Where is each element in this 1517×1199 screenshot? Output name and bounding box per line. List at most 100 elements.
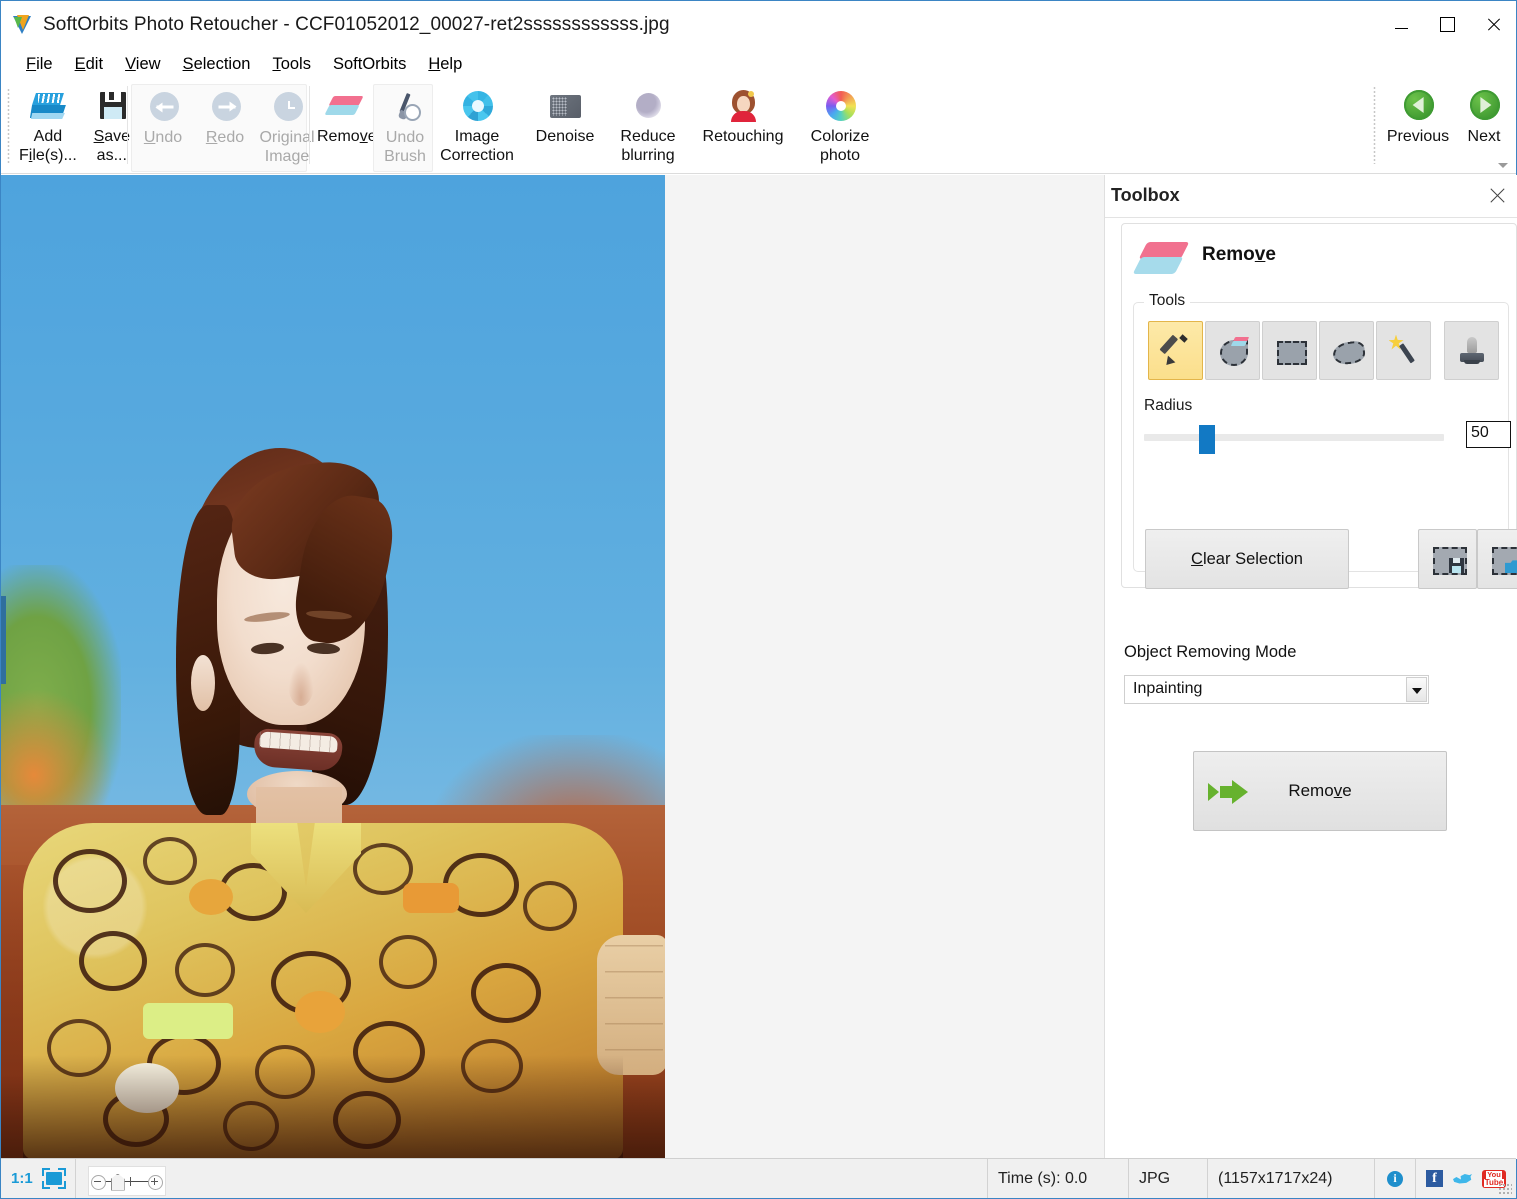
redo-label: Redo	[206, 129, 244, 146]
menu-view[interactable]: View	[114, 52, 171, 77]
toolbar-group-navigation: Previous Next	[1381, 84, 1513, 170]
zoom-out-icon[interactable]	[91, 1175, 106, 1190]
object-removing-mode-label: Object Removing Mode	[1124, 643, 1296, 662]
undo-brush-button[interactable]: UndoBrush	[374, 85, 436, 166]
radius-slider[interactable]	[1144, 425, 1444, 449]
window-title: SoftOrbits Photo Retoucher - CCF01052012…	[43, 14, 670, 36]
save-as-label-1: Save	[94, 128, 130, 145]
eraser-tool-button[interactable]	[1205, 321, 1260, 380]
toolbar-drag-handle[interactable]	[7, 88, 10, 164]
load-selection-button[interactable]	[1477, 529, 1517, 589]
tools-row	[1148, 321, 1431, 380]
clock-revert-icon	[267, 87, 307, 127]
window-controls	[1378, 1, 1516, 48]
remove-action-button[interactable]: Remove	[1193, 751, 1447, 831]
color-wheel-icon	[820, 86, 860, 126]
open-folder-icon	[28, 86, 68, 126]
chevron-down-icon[interactable]	[1406, 677, 1427, 702]
minimize-button[interactable]	[1378, 1, 1424, 48]
undo-brush-icon	[385, 87, 425, 127]
menu-selection[interactable]: Selection	[172, 52, 262, 77]
menu-help[interactable]: Help	[417, 52, 473, 77]
floppy-disk-icon	[92, 86, 132, 126]
image-work-area[interactable]	[1, 175, 1104, 1159]
undo-button[interactable]: Undo	[132, 85, 194, 147]
lasso-select-tool-button[interactable]	[1319, 321, 1374, 380]
next-button[interactable]: Next	[1455, 84, 1513, 146]
info-button[interactable]: i	[1375, 1159, 1416, 1198]
status-bar: 1:1 Time (s): 0.0 JPG (1157x1717x24) i f	[1, 1158, 1516, 1198]
toolbar-overflow-icon[interactable]	[1496, 159, 1510, 171]
title-bar: SoftOrbits Photo Retoucher - CCF01052012…	[1, 1, 1516, 48]
magic-wand-tool-button[interactable]	[1376, 321, 1431, 380]
menu-view-label: iew	[136, 55, 161, 73]
application-window: SoftOrbits Photo Retoucher - CCF01052012…	[0, 0, 1517, 1199]
zoom-ratio-label[interactable]: 1:1	[1, 1159, 41, 1198]
photo-canvas[interactable]	[1, 175, 665, 1159]
maximize-icon	[1440, 17, 1455, 32]
resize-grip[interactable]	[1498, 1183, 1512, 1195]
denoise-button[interactable]: Denoise	[523, 84, 607, 146]
undo-label: Undo	[144, 129, 182, 146]
pencil-icon	[1160, 335, 1192, 367]
rectangle-select-tool-button[interactable]	[1262, 321, 1317, 380]
zoom-slider-track	[103, 1181, 151, 1182]
toolbox-title: Toolbox	[1111, 185, 1180, 206]
menu-bar: File Edit View Selection Tools SoftOrbit…	[1, 48, 1516, 80]
remove-tool-button[interactable]: Remove	[313, 84, 381, 146]
zoom-slider-thumb[interactable]	[111, 1174, 125, 1191]
toolbox-close-icon[interactable]	[1489, 186, 1507, 204]
tools-group: Tools	[1133, 302, 1509, 572]
fit-to-window-icon	[43, 1170, 65, 1187]
image-correction-label-1: Image	[455, 128, 499, 145]
reduce-blurring-button[interactable]: Reduce blurring	[607, 84, 689, 165]
menu-file[interactable]: File	[15, 52, 64, 77]
previous-button[interactable]: Previous	[1381, 84, 1455, 146]
zoom-slider[interactable]	[88, 1166, 166, 1196]
menu-edit[interactable]: Edit	[64, 52, 114, 77]
clear-selection-button[interactable]: Clear Selection	[1145, 529, 1349, 589]
twitter-icon[interactable]	[1453, 1171, 1472, 1187]
close-button[interactable]	[1470, 1, 1516, 48]
toolbox-header: Toolbox	[1105, 175, 1517, 218]
facebook-icon[interactable]: f	[1426, 1170, 1443, 1187]
pencil-tool-button[interactable]	[1148, 321, 1203, 380]
radius-slider-thumb[interactable]	[1199, 425, 1215, 454]
maximize-button[interactable]	[1424, 1, 1470, 48]
denoise-label: Denoise	[536, 128, 595, 145]
undo-brush-label-1: Undo	[386, 129, 424, 146]
colorize-photo-button[interactable]: Colorizephoto	[797, 84, 883, 165]
time-status: Time (s): 0.0	[988, 1159, 1129, 1198]
menu-selection-label: election	[194, 55, 251, 73]
tools-group-legend: Tools	[1144, 292, 1190, 310]
radius-input[interactable]: 50	[1466, 421, 1511, 448]
add-files-label-1: Add	[34, 128, 62, 145]
zoom-in-icon[interactable]	[148, 1175, 163, 1190]
original-image-label-1: Original	[259, 129, 314, 146]
minimize-icon	[1395, 28, 1408, 29]
main-toolbar: AddFile(s)... Saveas... Undo Redo Origin…	[1, 80, 1516, 174]
portrait-retouch-icon	[723, 86, 763, 126]
stamp-tool-button[interactable]	[1444, 321, 1499, 380]
fit-to-window-button[interactable]	[41, 1159, 76, 1198]
menu-tools-label: ools	[281, 55, 311, 73]
image-correction-button[interactable]: Image Correction	[431, 84, 523, 165]
save-selection-icon	[1433, 547, 1463, 571]
redo-button[interactable]: Redo	[194, 85, 256, 147]
object-removing-mode-select[interactable]: Inpainting	[1124, 675, 1429, 704]
toolbar-drag-handle-2[interactable]	[1373, 86, 1376, 164]
add-files-button[interactable]: AddFile(s)...	[15, 84, 81, 165]
reduce-blurring-label-2: blurring	[621, 147, 674, 164]
image-correction-label-2: Correction	[440, 147, 514, 164]
remove-panel: Remove Tools	[1121, 223, 1517, 588]
format-status: JPG	[1129, 1159, 1208, 1198]
menu-tools[interactable]: Tools	[261, 52, 322, 77]
retouching-button[interactable]: Retouching	[689, 84, 797, 146]
save-selection-button[interactable]	[1418, 529, 1477, 589]
radius-label: Radius	[1144, 397, 1192, 415]
previous-label: Previous	[1387, 128, 1449, 145]
remove-tool-label: Remove	[317, 128, 377, 145]
next-label: Next	[1468, 128, 1501, 145]
reduce-blurring-label-1: Reduce	[620, 128, 675, 145]
menu-softorbits[interactable]: SoftOrbits	[322, 52, 417, 77]
